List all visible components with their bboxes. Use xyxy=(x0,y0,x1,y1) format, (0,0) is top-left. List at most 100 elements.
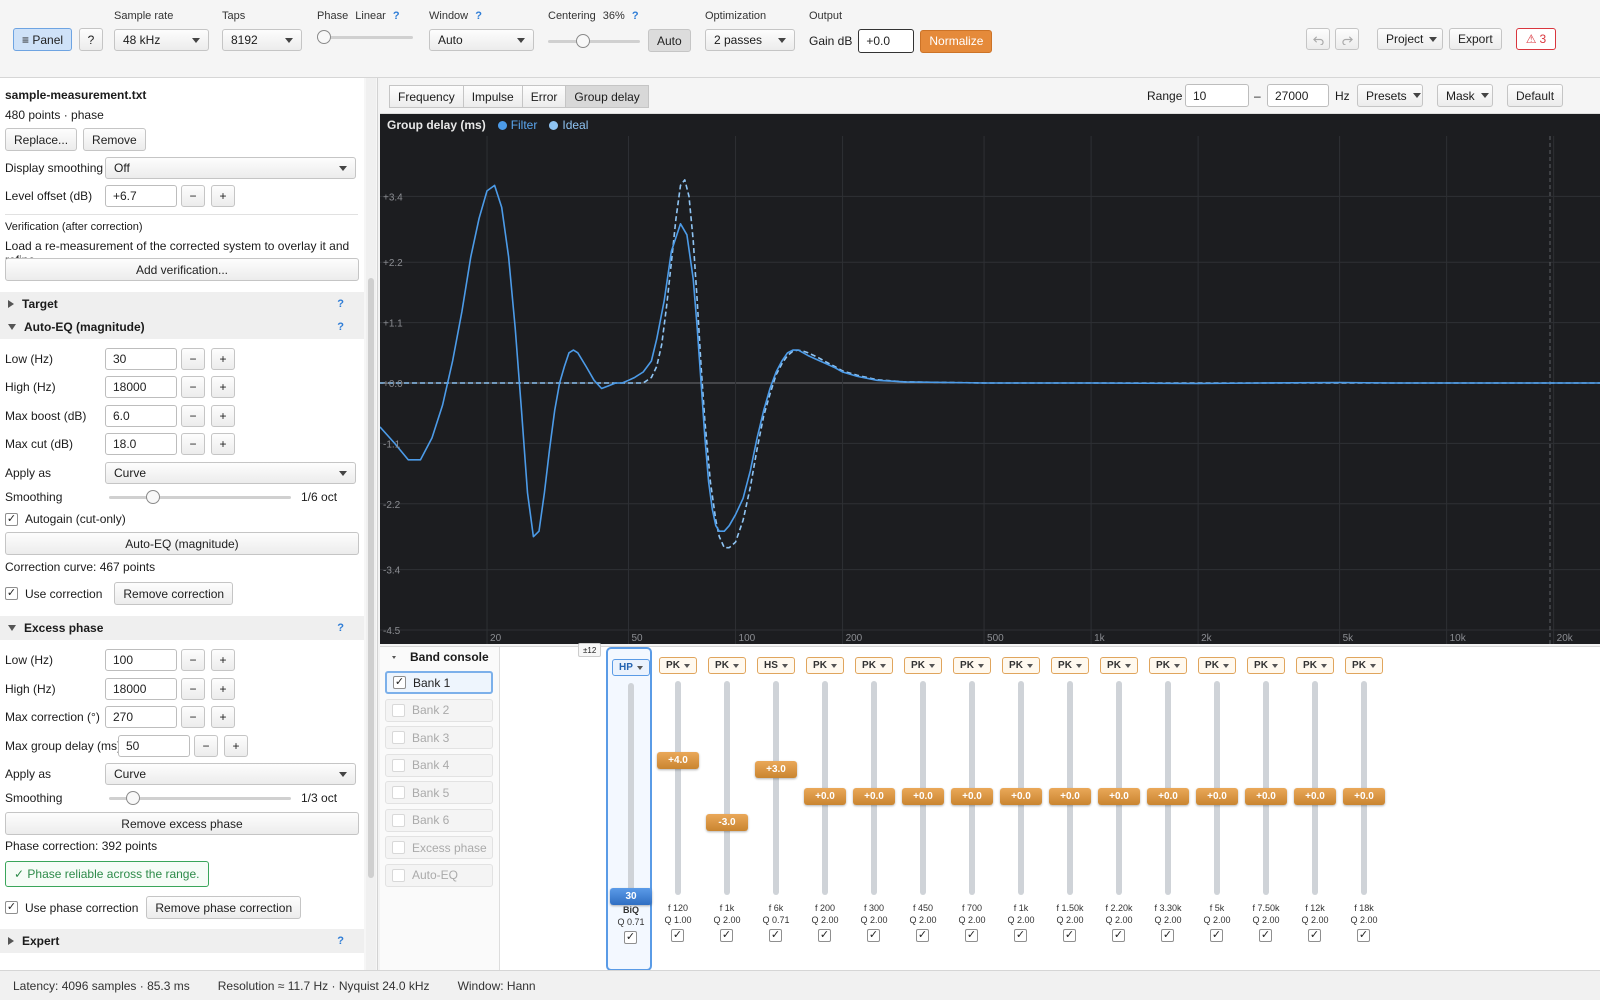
range-high-input[interactable] xyxy=(1267,84,1329,107)
band-gain-knob[interactable]: +0.0 xyxy=(853,787,895,805)
presets-menu[interactable]: Presets xyxy=(1357,84,1423,107)
phase-slider[interactable] xyxy=(317,29,413,45)
band-enable-checkbox[interactable]: ✓ xyxy=(916,929,929,942)
band-gain-knob[interactable]: +0.0 xyxy=(1000,787,1042,805)
bank-checkbox[interactable] xyxy=(392,703,405,717)
optimization-select[interactable]: 2 passes xyxy=(705,29,795,51)
band-strip[interactable]: PK +4.0 f 120 Q 1.00 ✓ xyxy=(655,647,701,971)
band-enable-checkbox[interactable]: ✓ xyxy=(1259,929,1272,942)
increment-button[interactable]: + xyxy=(211,348,235,370)
band-gain-rail[interactable] xyxy=(724,681,730,895)
increment-button[interactable]: + xyxy=(211,433,235,455)
band-strip[interactable]: PK -3.0 f 1k Q 2.00 ✓ xyxy=(704,647,750,971)
autoeq-low-input[interactable] xyxy=(105,348,177,370)
band-type-select[interactable]: PK xyxy=(904,657,942,674)
remove-excess-phase-button[interactable]: Remove excess phase xyxy=(5,812,359,835)
help-button[interactable]: ? xyxy=(79,28,103,51)
max-boost-input[interactable] xyxy=(105,405,177,427)
slider-thumb[interactable] xyxy=(576,33,591,48)
mask-menu[interactable]: Mask xyxy=(1437,84,1493,107)
gain-range-badge[interactable]: ±12 xyxy=(578,643,602,657)
tab-group-delay[interactable]: Group delay xyxy=(565,85,649,108)
max-cut-input[interactable] xyxy=(105,433,177,455)
band-strip[interactable]: PK +0.0 f 200 Q 2.00 ✓ xyxy=(802,647,848,971)
band-strip[interactable]: PK +0.0 f 450 Q 2.00 ✓ xyxy=(900,647,946,971)
phase-help-icon[interactable]: ? xyxy=(393,10,400,22)
band-type-select[interactable]: PK xyxy=(855,657,893,674)
band-strip[interactable]: PK +0.0 f 1k Q 2.00 ✓ xyxy=(998,647,1044,971)
target-help-icon[interactable]: ? xyxy=(337,298,344,310)
band-strip[interactable]: PK +0.0 f 700 Q 2.00 ✓ xyxy=(949,647,995,971)
band-type-select[interactable]: PK xyxy=(1149,657,1187,674)
excess-phase-section-header[interactable]: Excess phase ? xyxy=(0,616,364,640)
decrement-button[interactable]: − xyxy=(181,649,205,671)
legend-ideal-label[interactable]: Ideal xyxy=(562,118,588,132)
excess-apply-as-select[interactable]: Curve xyxy=(105,763,356,785)
bank-item[interactable]: Bank 5 xyxy=(385,781,493,804)
legend-filter-label[interactable]: Filter xyxy=(511,118,538,132)
slider-thumb[interactable] xyxy=(145,490,160,504)
increment-button[interactable]: + xyxy=(224,735,248,757)
band-strip[interactable]: HP 30 BiQ Q 0.71 ✓ xyxy=(606,647,652,971)
bank-checkbox[interactable] xyxy=(392,868,405,882)
decrement-button[interactable]: − xyxy=(181,405,205,427)
redo-button[interactable] xyxy=(1335,28,1359,50)
use-phase-correction-checkbox[interactable]: ✓ xyxy=(5,901,18,914)
band-type-select[interactable]: HS xyxy=(757,657,795,674)
export-button[interactable]: Export xyxy=(1449,28,1502,50)
band-enable-checkbox[interactable]: ✓ xyxy=(1063,929,1076,942)
band-enable-checkbox[interactable]: ✓ xyxy=(1357,929,1370,942)
autoeq-smoothing-slider[interactable] xyxy=(109,489,291,505)
band-strip[interactable]: PK +0.0 f 7.50k Q 2.00 ✓ xyxy=(1243,647,1289,971)
bank-item[interactable]: Auto-EQ xyxy=(385,863,493,887)
band-gain-knob[interactable]: +0.0 xyxy=(1147,787,1189,805)
run-autoeq-button[interactable]: Auto-EQ (magnitude) xyxy=(5,532,359,555)
bank-item[interactable]: Excess phase xyxy=(385,836,493,859)
autoeq-high-input[interactable] xyxy=(105,376,177,398)
increment-button[interactable]: + xyxy=(211,678,235,700)
band-gain-rail[interactable] xyxy=(628,683,634,897)
max-correction-input[interactable] xyxy=(105,706,177,728)
band-gain-knob[interactable]: -3.0 xyxy=(706,814,748,832)
band-type-select[interactable]: PK xyxy=(1198,657,1236,674)
band-gain-rail[interactable] xyxy=(773,681,779,895)
band-enable-checkbox[interactable]: ✓ xyxy=(1308,929,1321,942)
band-strip[interactable]: PK +0.0 f 2.20k Q 2.00 ✓ xyxy=(1096,647,1142,971)
band-enable-checkbox[interactable]: ✓ xyxy=(720,929,733,942)
bank-checkbox[interactable] xyxy=(392,841,405,854)
bank-item[interactable]: Bank 6 xyxy=(385,808,493,832)
window-help-icon[interactable]: ? xyxy=(475,10,482,22)
autoeq-help-icon[interactable]: ? xyxy=(337,321,344,333)
add-verification-button[interactable]: Add verification... xyxy=(5,258,359,281)
remove-phase-correction-button[interactable]: Remove phase correction xyxy=(146,896,302,919)
max-group-delay-input[interactable] xyxy=(118,735,190,757)
band-enable-checkbox[interactable]: ✓ xyxy=(769,929,782,942)
band-type-select[interactable]: PK xyxy=(659,657,697,674)
decrement-button[interactable]: − xyxy=(181,706,205,728)
band-strip[interactable]: PK +0.0 f 5k Q 2.00 ✓ xyxy=(1194,647,1240,971)
band-enable-checkbox[interactable]: ✓ xyxy=(1112,929,1125,942)
group-delay-chart[interactable]: +3.4 +2.2 +1.1 +0.0 -1.1 -2.2 -3.4 -4.5 20 50 100 2… xyxy=(380,114,1600,644)
band-gain-knob[interactable]: +0.0 xyxy=(1245,787,1287,805)
increment-button[interactable]: + xyxy=(211,649,235,671)
band-gain-knob[interactable]: +3.0 xyxy=(755,760,797,778)
band-strip[interactable]: PK +0.0 f 300 Q 2.00 ✓ xyxy=(851,647,897,971)
band-type-select[interactable]: PK xyxy=(1002,657,1040,674)
band-type-select[interactable]: PK xyxy=(1247,657,1285,674)
band-strip[interactable]: PK +0.0 f 18k Q 2.00 ✓ xyxy=(1341,647,1387,971)
band-type-select[interactable]: PK xyxy=(1100,657,1138,674)
group-delay-plot[interactable]: +3.4 +2.2 +1.1 +0.0 -1.1 -2.2 -3.4 -4.5 20 50 100 2… xyxy=(380,114,1600,644)
band-gain-knob[interactable]: +0.0 xyxy=(1294,787,1336,805)
band-strip[interactable]: PK +0.0 f 3.30k Q 2.00 ✓ xyxy=(1145,647,1191,971)
left-panel-scrollbar[interactable] xyxy=(366,78,376,970)
excess-smoothing-slider[interactable] xyxy=(109,790,291,806)
band-gain-knob[interactable]: +0.0 xyxy=(1343,787,1385,805)
centering-auto-button[interactable]: Auto xyxy=(648,29,691,52)
bank-checkbox[interactable] xyxy=(392,813,405,827)
panel-toggle-button[interactable]: ≡ Panel xyxy=(13,28,73,51)
band-gain-knob[interactable]: +4.0 xyxy=(657,751,699,769)
band-strip[interactable]: HS +3.0 f 6k Q 0.71 ✓ xyxy=(753,647,799,971)
increment-button[interactable]: + xyxy=(211,185,235,207)
bank-item[interactable]: Bank 4 xyxy=(385,753,493,777)
undo-button[interactable] xyxy=(1306,28,1330,50)
